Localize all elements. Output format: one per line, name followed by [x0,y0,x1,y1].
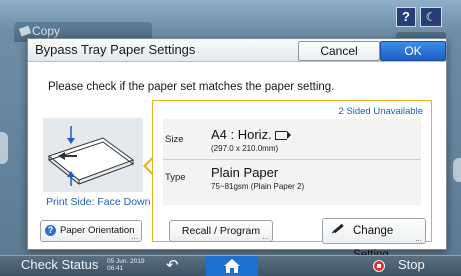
print-side-label: Print Side: Face Down [46,196,151,208]
dialog-title: Bypass Tray Paper Settings [35,42,196,57]
more-indicator: ... [415,234,422,243]
home-button[interactable] [206,256,258,276]
help-icon: ? [45,225,56,236]
energy-saver-icon[interactable]: ☾ [420,7,442,27]
home-icon [224,259,240,273]
more-indicator: ... [131,232,138,241]
copy-icon [18,25,32,37]
stop-button-label[interactable]: Stop [398,257,425,272]
pencil-icon [333,223,344,234]
date-text: 05 Jun. 2019 [107,258,145,265]
more-indicator: ... [262,232,269,241]
copy-tab-label: Copy [32,24,61,38]
right-handle [453,158,461,182]
time-text: 06:41 [107,265,124,272]
two-sided-unavailable-notice: 2 Sided Unavailable [338,106,423,117]
check-status-button[interactable]: Check Status [21,257,98,272]
size-label: Size [165,134,184,145]
size-value: A4 : Horiz. [211,127,291,142]
row-divider [163,159,421,160]
recall-program-label: Recall / Program [181,225,261,237]
paper-orientation-button[interactable]: ? Paper Orientation ... [40,220,142,242]
paper-settings-box [163,119,421,205]
paper-feed-illustration-icon [43,118,143,192]
type-detail: 75~81gsm (Plain Paper 2) [211,182,305,191]
status-bar: Check Status 05 Jun. 2019 06:41 ↶ Stop [0,255,461,276]
date-time: 05 Jun. 2019 06:41 [107,258,145,272]
bypass-tray-dialog: Bypass Tray Paper Settings Cancel OK Ple… [27,38,447,261]
help-icon[interactable]: ? [396,7,416,27]
type-label: Type [165,172,186,183]
type-value: Plain Paper [211,165,279,180]
size-detail: (297.0 x 210.0mm) [211,144,279,153]
ok-button[interactable]: OK [380,41,446,61]
horizontal-orientation-icon [274,131,291,140]
dialog-title-bar: Bypass Tray Paper Settings Cancel OK [28,39,446,62]
left-handle [0,132,8,164]
size-value-text: A4 : Horiz. [211,127,272,142]
stop-icon[interactable] [373,260,385,272]
instruction-text: Please check if the paper set matches th… [48,81,335,93]
cancel-button[interactable]: Cancel [298,41,380,61]
recall-program-button[interactable]: Recall / Program ... [169,220,273,242]
back-icon[interactable]: ↶ [166,258,179,274]
paper-orientation-label: Paper Orientation [60,225,135,236]
change-setting-button[interactable]: Change Setting ... [322,218,426,261]
